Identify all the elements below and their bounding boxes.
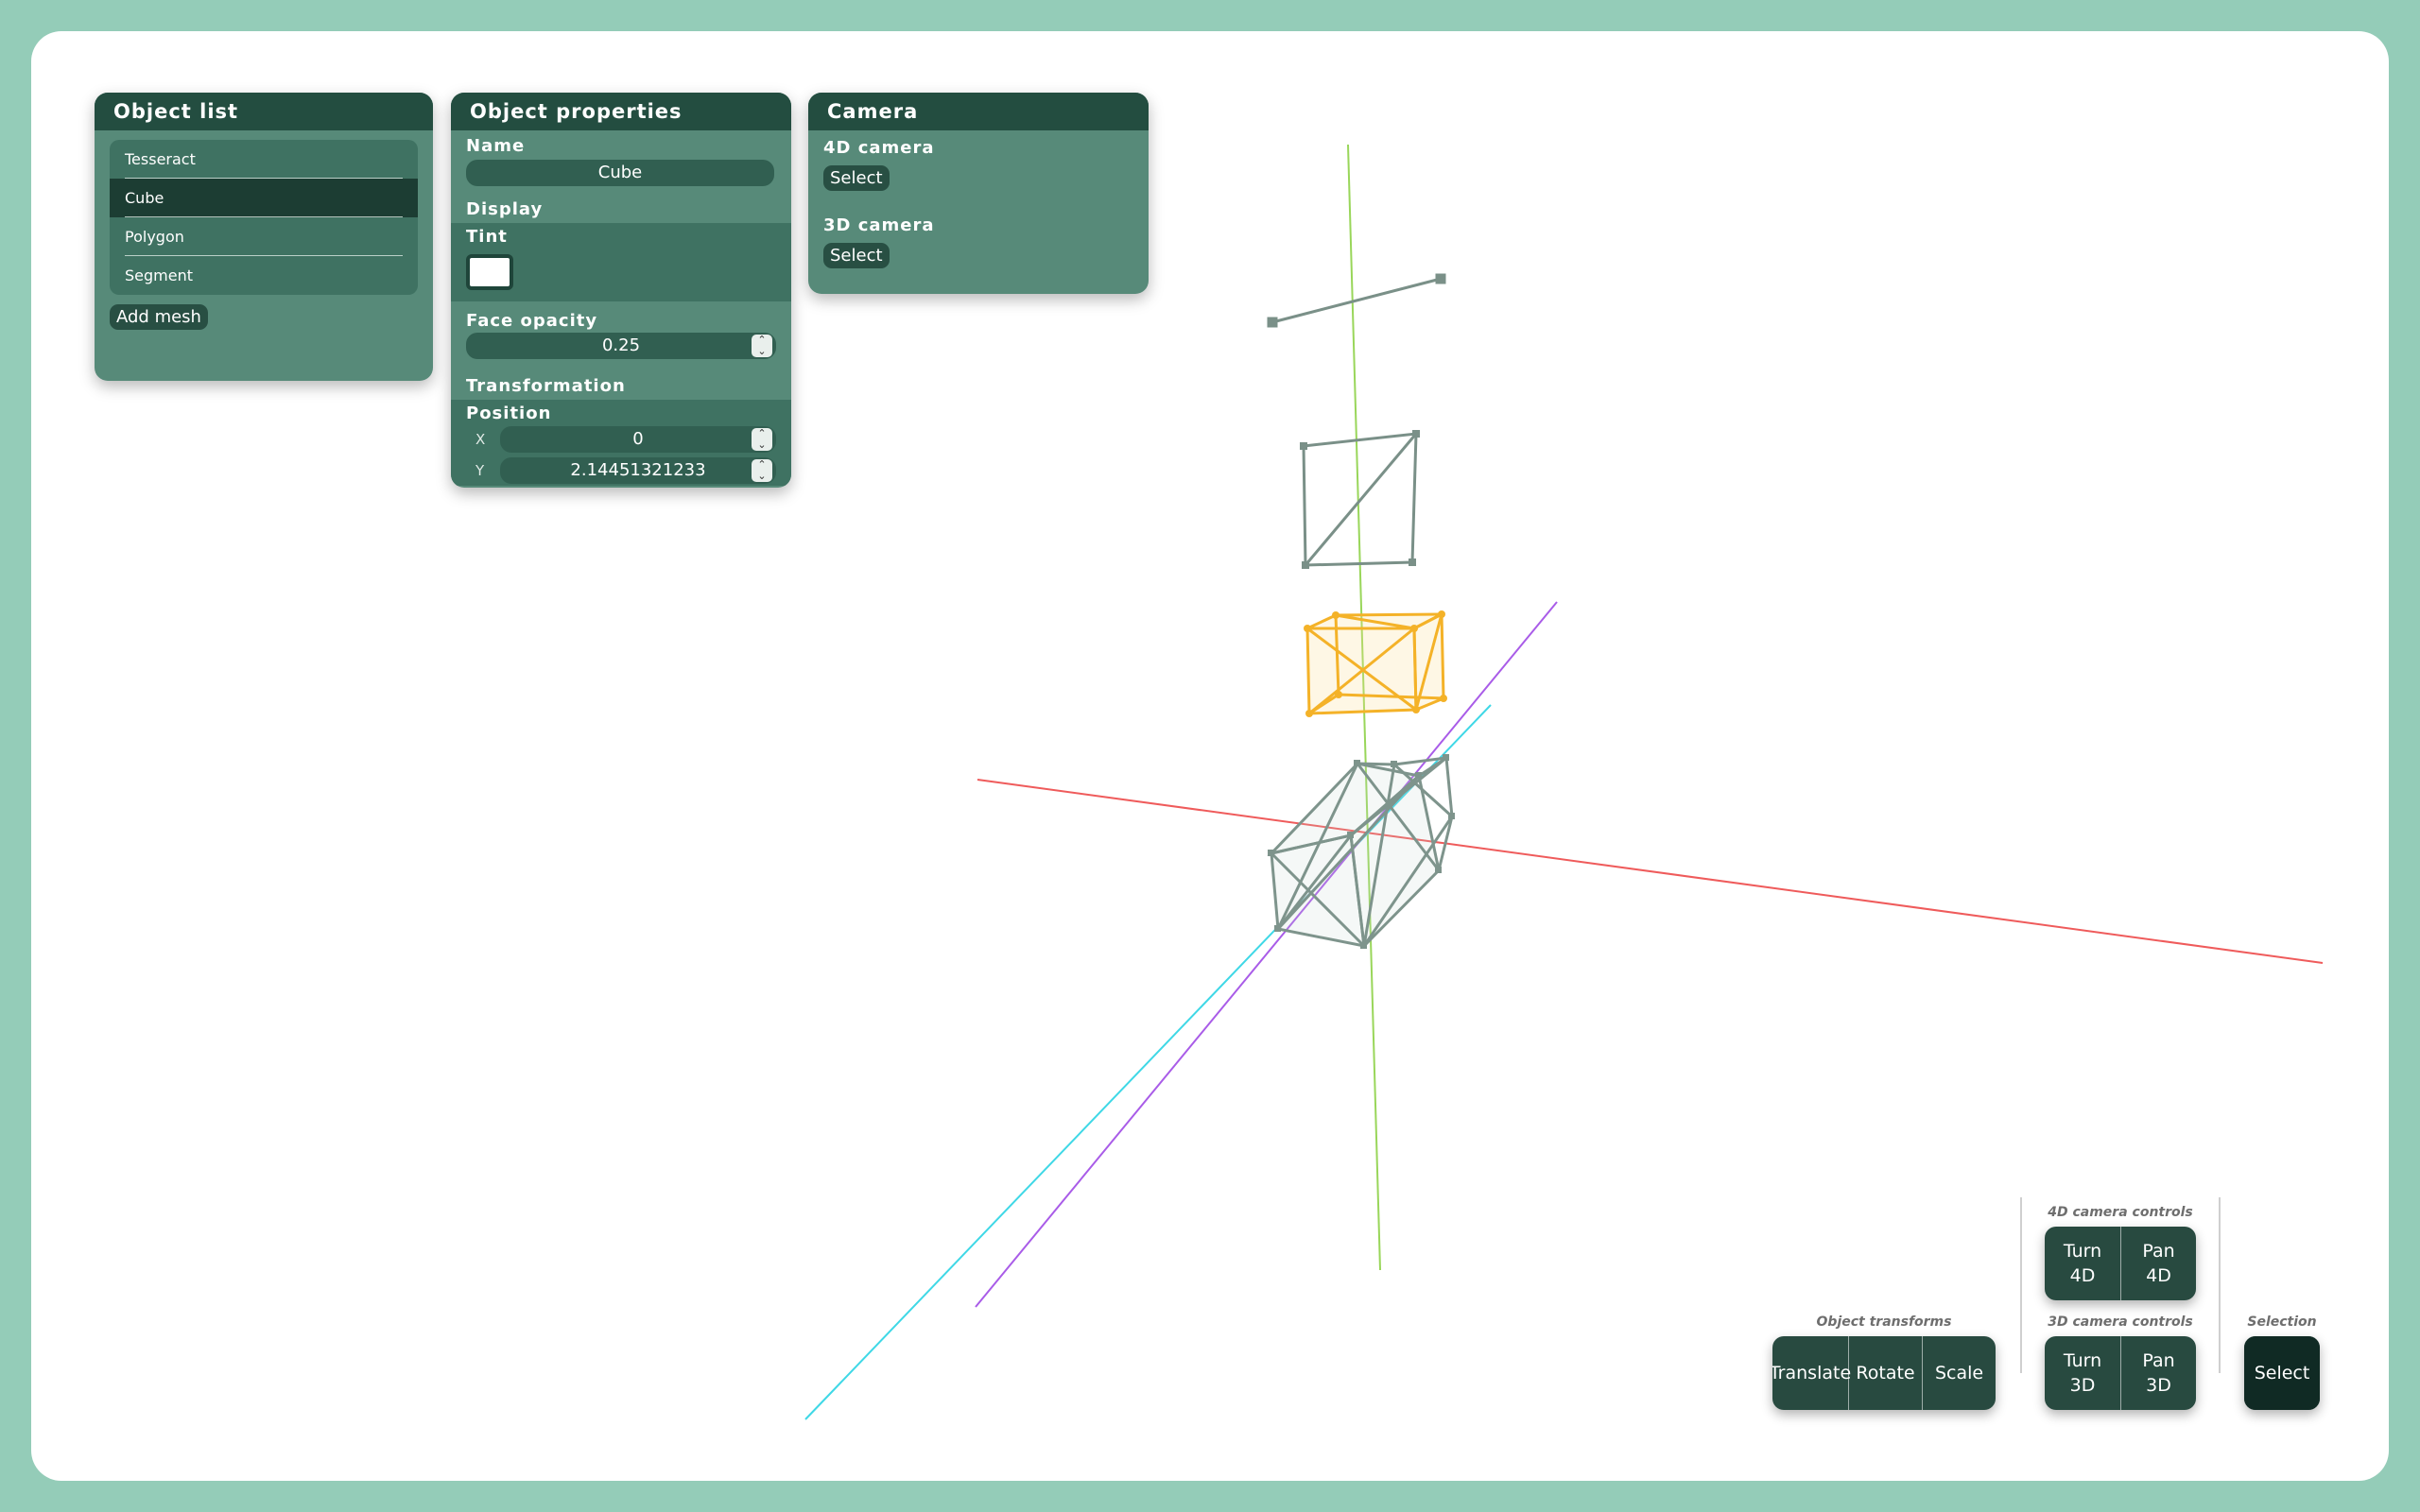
tint-label: Tint xyxy=(466,227,508,247)
position-label: Position xyxy=(466,404,552,423)
toolbar-divider-2 xyxy=(2219,1197,2221,1373)
camera-4d-controls-title: 4D camera controls xyxy=(2048,1205,2193,1220)
position-x-value: 0 xyxy=(632,428,644,449)
position-y-input[interactable]: 2.14451321233 ⌃ ⌄ xyxy=(500,456,776,484)
camera-4d-select-button[interactable]: Select xyxy=(823,165,890,191)
select-tool-button[interactable]: Select xyxy=(2244,1336,2320,1410)
add-mesh-button[interactable]: Add mesh xyxy=(110,304,208,330)
tesseract-mesh[interactable] xyxy=(1267,754,1455,950)
camera-3d-controls-title: 3D camera controls xyxy=(2048,1314,2193,1330)
camera-3d-select-button[interactable]: Select xyxy=(823,243,890,268)
translate-button[interactable]: Translate xyxy=(1772,1336,1851,1410)
turn-3d-button[interactable]: Turn 3D xyxy=(2045,1336,2120,1410)
object-properties-title: Object properties xyxy=(451,93,791,130)
selection-group: Select xyxy=(2244,1336,2320,1410)
scale-button[interactable]: Scale xyxy=(1922,1336,1996,1410)
position-y-spinner[interactable]: ⌃ ⌄ xyxy=(752,458,772,482)
object-list-panel: Object list Tesseract Cube Polygon Segme… xyxy=(95,93,433,381)
position-y-label: Y xyxy=(475,461,485,479)
cube-mesh-selected[interactable] xyxy=(1304,610,1447,717)
name-label: Name xyxy=(466,136,526,156)
segment-mesh[interactable] xyxy=(1267,273,1446,328)
name-input[interactable]: Cube xyxy=(466,160,774,186)
face-opacity-label: Face opacity xyxy=(466,311,598,331)
face-opacity-input[interactable]: 0.25 ⌃ ⌄ xyxy=(466,333,776,359)
object-list: Tesseract Cube Polygon Segment xyxy=(110,140,418,295)
position-x-spinner[interactable]: ⌃ ⌄ xyxy=(752,427,772,451)
object-transforms-title: Object transforms xyxy=(1816,1314,1952,1330)
list-item-cube[interactable]: Cube xyxy=(110,179,418,217)
list-item-polygon[interactable]: Polygon xyxy=(110,217,418,256)
app-window: Object list Tesseract Cube Polygon Segme… xyxy=(31,31,2389,1481)
camera-4d-label: 4D camera xyxy=(823,138,935,158)
camera-title: Camera xyxy=(808,93,1149,130)
list-item-tesseract[interactable]: Tesseract xyxy=(110,140,418,179)
toolbar-divider-1 xyxy=(2020,1197,2022,1373)
face-opacity-spinner[interactable]: ⌃ ⌄ xyxy=(752,335,772,357)
selection-title: Selection xyxy=(2247,1314,2317,1330)
pan-4d-button[interactable]: Pan 4D xyxy=(2120,1227,2196,1300)
object-properties-panel: Object properties Name Cube Display Tint… xyxy=(451,93,791,488)
camera-3d-label: 3D camera xyxy=(823,215,935,235)
position-y-value: 2.14451321233 xyxy=(570,459,706,480)
display-label: Display xyxy=(466,199,544,219)
transformation-label: Transformation xyxy=(466,376,626,396)
list-item-segment[interactable]: Segment xyxy=(110,256,418,295)
axis-w-line xyxy=(975,601,1558,1308)
tint-color-swatch[interactable] xyxy=(466,254,513,290)
face-opacity-value: 0.25 xyxy=(601,335,641,355)
pan-3d-button[interactable]: Pan 3D xyxy=(2120,1336,2196,1410)
position-x-label: X xyxy=(475,430,486,448)
axis-x-line xyxy=(977,779,2324,964)
object-transforms: Translate Rotate Scale xyxy=(1772,1336,1996,1410)
turn-4d-button[interactable]: Turn 4D xyxy=(2045,1227,2120,1300)
camera-panel: Camera 4D camera Select 3D camera Select xyxy=(808,93,1149,294)
rotate-button[interactable]: Rotate xyxy=(1848,1336,1922,1410)
camera-3d-controls: Turn 3D Pan 3D xyxy=(2045,1336,2196,1410)
object-list-title: Object list xyxy=(95,93,433,130)
position-x-input[interactable]: 0 ⌃ ⌄ xyxy=(500,425,776,453)
camera-4d-controls: Turn 4D Pan 4D xyxy=(2045,1227,2196,1300)
